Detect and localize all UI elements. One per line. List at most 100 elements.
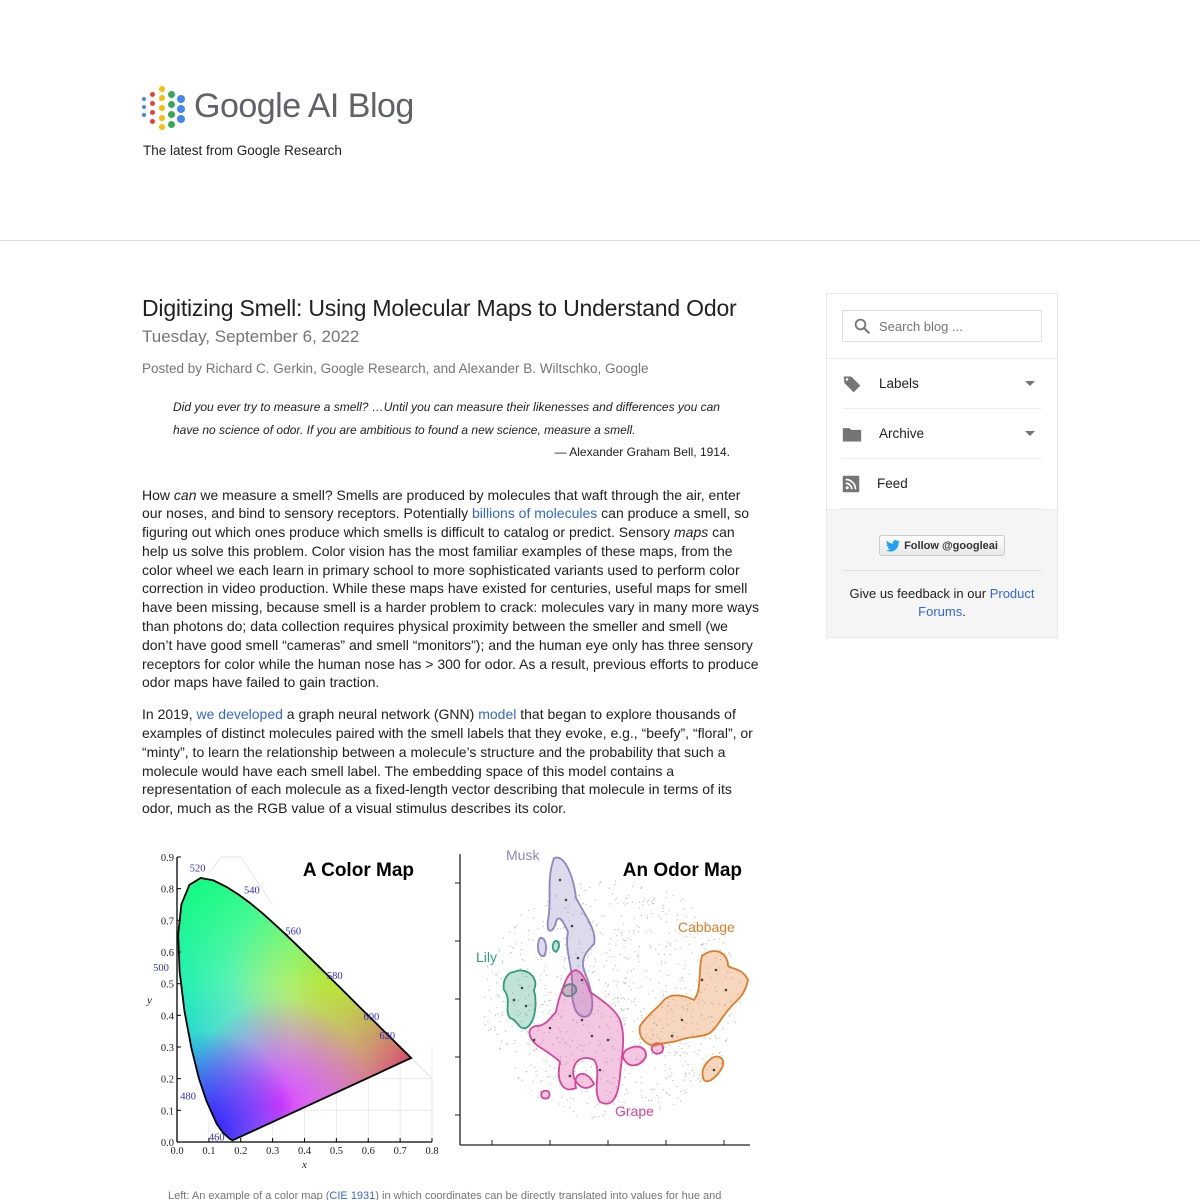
odor-point [626,897,628,899]
odor-point [699,1080,701,1082]
chevron-down-icon[interactable] [1025,431,1035,436]
odor-point [546,904,548,906]
odor-point [654,1067,656,1069]
odor-point [534,1066,536,1068]
odor-point [642,903,644,905]
cluster-point [700,978,704,982]
odor-point [679,1042,681,1044]
y-tick-label: 0.7 [161,916,174,927]
wavelength-label: 540 [244,885,260,896]
odor-point [497,995,500,997]
odor-point [704,948,706,950]
odor-point [603,965,605,967]
sidebar-item-archive[interactable]: Archive [842,409,1042,459]
odor-point [655,948,657,951]
post-title[interactable]: Digitizing Smell: Using Molecular Maps t… [142,292,762,324]
odor-point [621,934,623,936]
odor-point [685,935,687,937]
odor-point [593,920,595,922]
odor-point [540,1081,542,1083]
odor-point [549,1082,552,1084]
site-logo[interactable]: Google AI Blog [142,84,414,130]
search-box[interactable] [842,310,1042,342]
emphasis: maps [674,524,709,541]
odor-point [627,971,629,973]
odor-point [592,1117,594,1119]
odor-point [537,958,539,960]
odor-point [502,1012,504,1014]
y-tick-label: 0.1 [161,1106,174,1117]
odor-point [527,929,529,932]
odor-point [673,1103,675,1106]
link-cie-1931[interactable]: CIE 1931 [329,1190,375,1200]
chevron-down-icon[interactable] [1025,381,1035,386]
odor-point [561,1096,563,1098]
odor-point [648,944,651,946]
odor-point [646,901,648,903]
odor-point [683,1089,686,1092]
odor-point [643,1008,645,1010]
odor-point [669,944,672,946]
odor-point [662,910,664,912]
odor-point [521,1030,523,1032]
odor-point [606,960,608,962]
sidebar-item-labels[interactable]: Labels [842,359,1042,409]
odor-point [671,1072,673,1074]
odor-point [697,1078,699,1080]
odor-point [560,977,562,979]
odor-point [666,1077,668,1080]
odor-point [573,1110,575,1112]
link-model[interactable]: model [478,706,516,722]
odor-point [498,1048,500,1050]
link-billions-of-molecules[interactable]: billions of molecules [472,505,597,521]
odor-point [549,951,551,954]
odor-point [688,973,690,975]
odor-point [615,984,617,986]
odor-point [637,1018,639,1020]
search-input[interactable] [879,318,1039,334]
odor-point [638,1038,640,1040]
odor-point [613,998,615,1000]
twitter-follow-button[interactable]: Follow @googleai [879,535,1005,556]
odor-point [545,1070,547,1072]
odor-point [640,986,642,988]
odor-point [564,938,566,940]
odor-point [575,1114,577,1116]
odor-point [675,940,677,942]
odor-point [679,900,681,902]
wavelength-label: 620 [379,1031,395,1042]
odor-point [662,994,665,996]
sidebar-footer: Follow @googleai Give us feedback in our… [827,509,1057,637]
odor-point [495,974,497,976]
odor-point [506,1044,508,1046]
odor-point [490,998,492,1000]
cluster-point [524,1004,528,1008]
wavelength-label: 520 [190,863,206,874]
odor-point [499,1047,501,1049]
odor-point [616,981,618,983]
odor-point [546,1076,549,1078]
odor-point [506,1042,508,1044]
sidebar-item-feed[interactable]: Feed [842,459,1042,509]
link-we-developed[interactable]: we developed [197,706,283,722]
odor-point [558,1103,560,1105]
odor-point [593,1115,596,1118]
odor-point [559,941,561,943]
odor-point [615,897,618,899]
odor-point [563,959,566,961]
sidebar: Labels Archive Feed Follow @googleai Giv… [826,293,1058,638]
cluster-point [520,986,524,990]
rss-feed-icon [842,475,860,492]
quote-attribution: — Alexander Graham Bell, 1914. [554,445,730,459]
wavelength-label: 580 [327,971,343,982]
y-axis-label: y [146,995,152,1007]
odor-point [694,916,696,918]
odor-point [613,980,615,982]
odor-point [511,951,513,954]
odor-map-title: An Odor Map [623,860,742,881]
odor-point [605,982,607,984]
odor-point [545,988,547,990]
odor-point [595,925,598,927]
cabbage-cluster [638,950,749,1047]
odor-point [638,961,640,963]
